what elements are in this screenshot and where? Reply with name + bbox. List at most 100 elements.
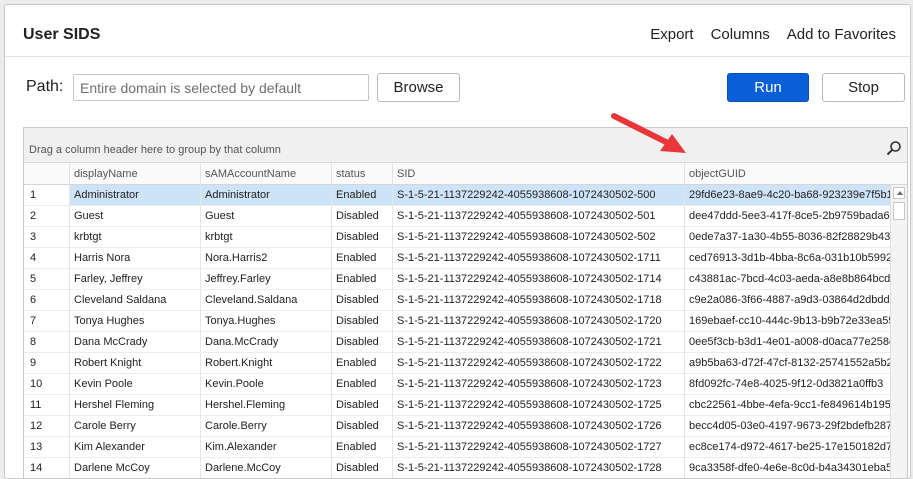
cell-status[interactable]: Enabled	[332, 353, 393, 374]
cell-objectguid[interactable]: 0ee5f3cb-b3d1-4e01-a008-d0aca77e258c	[685, 332, 891, 353]
export-link[interactable]: Export	[650, 26, 693, 43]
cell-samaccountname[interactable]: Kevin.Poole	[201, 374, 332, 395]
search-icon[interactable]	[886, 140, 902, 156]
cell-displayname[interactable]: Administrator	[70, 185, 201, 206]
vertical-scrollbar[interactable]	[890, 185, 907, 478]
cell-samaccountname[interactable]: Kim.Alexander	[201, 437, 332, 458]
cell-samaccountname[interactable]: Dana.McCrady	[201, 332, 332, 353]
cell-samaccountname[interactable]: Robert.Knight	[201, 353, 332, 374]
cell-status[interactable]: Disabled	[332, 332, 393, 353]
scroll-thumb[interactable]	[893, 202, 905, 220]
run-button[interactable]: Run	[727, 73, 809, 102]
column-header-objectguid[interactable]: objectGUID	[685, 163, 907, 185]
cell-displayname[interactable]: Dana McCrady	[70, 332, 201, 353]
table-row[interactable]: 14 Darlene McCoy Darlene.McCoy Disabled …	[24, 458, 891, 478]
cell-sid[interactable]: S-1-5-21-1137229242-4055938608-107243050…	[393, 269, 685, 290]
cell-objectguid[interactable]: becc4d05-03e0-4197-9673-29f2bdefb287	[685, 416, 891, 437]
add-to-favorites-link[interactable]: Add to Favorites	[787, 26, 896, 43]
cell-displayname[interactable]: Darlene McCoy	[70, 458, 201, 478]
cell-sid[interactable]: S-1-5-21-1137229242-4055938608-107243050…	[393, 458, 685, 478]
cell-objectguid[interactable]: 0ede7a37-1a30-4b55-8036-82f28829b434	[685, 227, 891, 248]
column-header-samaccountname[interactable]: sAMAccountName	[201, 163, 332, 185]
table-row[interactable]: 9 Robert Knight Robert.Knight Enabled S-…	[24, 353, 891, 374]
cell-sid[interactable]: S-1-5-21-1137229242-4055938608-107243050…	[393, 206, 685, 227]
cell-status[interactable]: Enabled	[332, 248, 393, 269]
cell-displayname[interactable]: Cleveland Saldana	[70, 290, 201, 311]
cell-status[interactable]: Disabled	[332, 311, 393, 332]
cell-samaccountname[interactable]: Nora.Harris2	[201, 248, 332, 269]
cell-sid[interactable]: S-1-5-21-1137229242-4055938608-107243050…	[393, 353, 685, 374]
cell-sid[interactable]: S-1-5-21-1137229242-4055938608-107243050…	[393, 185, 685, 206]
group-by-panel[interactable]: Drag a column header here to group by th…	[24, 128, 907, 163]
cell-sid[interactable]: S-1-5-21-1137229242-4055938608-107243050…	[393, 374, 685, 395]
table-row[interactable]: 3 krbtgt krbtgt Disabled S-1-5-21-113722…	[24, 227, 891, 248]
cell-displayname[interactable]: Carole Berry	[70, 416, 201, 437]
cell-objectguid[interactable]: ec8ce174-d972-4617-be25-17e150182d78	[685, 437, 891, 458]
table-row[interactable]: 1 Administrator Administrator Enabled S-…	[24, 185, 891, 206]
table-row[interactable]: 7 Tonya Hughes Tonya.Hughes Disabled S-1…	[24, 311, 891, 332]
cell-samaccountname[interactable]: Carole.Berry	[201, 416, 332, 437]
browse-button[interactable]: Browse	[377, 73, 460, 102]
cell-status[interactable]: Enabled	[332, 374, 393, 395]
cell-sid[interactable]: S-1-5-21-1137229242-4055938608-107243050…	[393, 395, 685, 416]
cell-sid[interactable]: S-1-5-21-1137229242-4055938608-107243050…	[393, 290, 685, 311]
cell-objectguid[interactable]: cbc22561-4bbe-4efa-9cc1-fe849614b195	[685, 395, 891, 416]
table-row[interactable]: 2 Guest Guest Disabled S-1-5-21-11372292…	[24, 206, 891, 227]
cell-sid[interactable]: S-1-5-21-1137229242-4055938608-107243050…	[393, 332, 685, 353]
cell-objectguid[interactable]: dee47ddd-5ee3-417f-8ce5-2b9759bada69	[685, 206, 891, 227]
columns-link[interactable]: Columns	[711, 26, 770, 43]
table-row[interactable]: 13 Kim Alexander Kim.Alexander Enabled S…	[24, 437, 891, 458]
table-row[interactable]: 10 Kevin Poole Kevin.Poole Enabled S-1-5…	[24, 374, 891, 395]
cell-samaccountname[interactable]: Administrator	[201, 185, 332, 206]
path-input[interactable]	[73, 74, 369, 101]
cell-status[interactable]: Disabled	[332, 395, 393, 416]
cell-status[interactable]: Enabled	[332, 185, 393, 206]
cell-samaccountname[interactable]: Darlene.McCoy	[201, 458, 332, 478]
cell-samaccountname[interactable]: Jeffrey.Farley	[201, 269, 332, 290]
cell-objectguid[interactable]: c9e2a086-3f66-4887-a9d3-03864d2dbdd6	[685, 290, 891, 311]
cell-displayname[interactable]: Tonya Hughes	[70, 311, 201, 332]
cell-samaccountname[interactable]: Guest	[201, 206, 332, 227]
cell-objectguid[interactable]: ced76913-3d1b-4bba-8c6a-031b10b59928	[685, 248, 891, 269]
cell-samaccountname[interactable]: krbtgt	[201, 227, 332, 248]
cell-objectguid[interactable]: c43881ac-7bcd-4c03-aeda-a8e8b864bcde	[685, 269, 891, 290]
column-header-status[interactable]: status	[332, 163, 393, 185]
cell-samaccountname[interactable]: Hershel.Fleming	[201, 395, 332, 416]
cell-sid[interactable]: S-1-5-21-1137229242-4055938608-107243050…	[393, 311, 685, 332]
cell-displayname[interactable]: krbtgt	[70, 227, 201, 248]
cell-status[interactable]: Disabled	[332, 458, 393, 478]
table-row[interactable]: 8 Dana McCrady Dana.McCrady Disabled S-1…	[24, 332, 891, 353]
table-row[interactable]: 6 Cleveland Saldana Cleveland.Saldana Di…	[24, 290, 891, 311]
cell-displayname[interactable]: Robert Knight	[70, 353, 201, 374]
cell-objectguid[interactable]: 9ca3358f-dfe0-4e6e-8c0d-b4a34301eba5	[685, 458, 891, 478]
cell-sid[interactable]: S-1-5-21-1137229242-4055938608-107243050…	[393, 416, 685, 437]
cell-samaccountname[interactable]: Cleveland.Saldana	[201, 290, 332, 311]
table-row[interactable]: 12 Carole Berry Carole.Berry Disabled S-…	[24, 416, 891, 437]
cell-objectguid[interactable]: 8fd092fc-74e8-4025-9f12-0d3821a0ffb3	[685, 374, 891, 395]
cell-objectguid[interactable]: 29fd6e23-8ae9-4c20-ba68-923239e7f5b1	[685, 185, 891, 206]
cell-status[interactable]: Disabled	[332, 416, 393, 437]
scroll-up-arrow-icon[interactable]	[893, 187, 905, 199]
stop-button[interactable]: Stop	[822, 73, 905, 102]
cell-status[interactable]: Enabled	[332, 269, 393, 290]
cell-sid[interactable]: S-1-5-21-1137229242-4055938608-107243050…	[393, 227, 685, 248]
cell-displayname[interactable]: Kevin Poole	[70, 374, 201, 395]
cell-displayname[interactable]: Guest	[70, 206, 201, 227]
cell-displayname[interactable]: Farley, Jeffrey	[70, 269, 201, 290]
cell-displayname[interactable]: Harris Nora	[70, 248, 201, 269]
cell-displayname[interactable]: Kim Alexander	[70, 437, 201, 458]
cell-status[interactable]: Disabled	[332, 206, 393, 227]
cell-status[interactable]: Disabled	[332, 290, 393, 311]
cell-displayname[interactable]: Hershel Fleming	[70, 395, 201, 416]
table-row[interactable]: 4 Harris Nora Nora.Harris2 Enabled S-1-5…	[24, 248, 891, 269]
column-header-displayname[interactable]: displayName	[70, 163, 201, 185]
cell-sid[interactable]: S-1-5-21-1137229242-4055938608-107243050…	[393, 437, 685, 458]
column-header-sid[interactable]: SID	[393, 163, 685, 185]
table-row[interactable]: 5 Farley, Jeffrey Jeffrey.Farley Enabled…	[24, 269, 891, 290]
table-row[interactable]: 11 Hershel Fleming Hershel.Fleming Disab…	[24, 395, 891, 416]
cell-samaccountname[interactable]: Tonya.Hughes	[201, 311, 332, 332]
cell-objectguid[interactable]: 169ebaef-cc10-444c-9b13-b9b72e33ea55	[685, 311, 891, 332]
cell-sid[interactable]: S-1-5-21-1137229242-4055938608-107243050…	[393, 248, 685, 269]
cell-status[interactable]: Disabled	[332, 227, 393, 248]
cell-objectguid[interactable]: a9b5ba63-d72f-47cf-8132-25741552a5b2	[685, 353, 891, 374]
